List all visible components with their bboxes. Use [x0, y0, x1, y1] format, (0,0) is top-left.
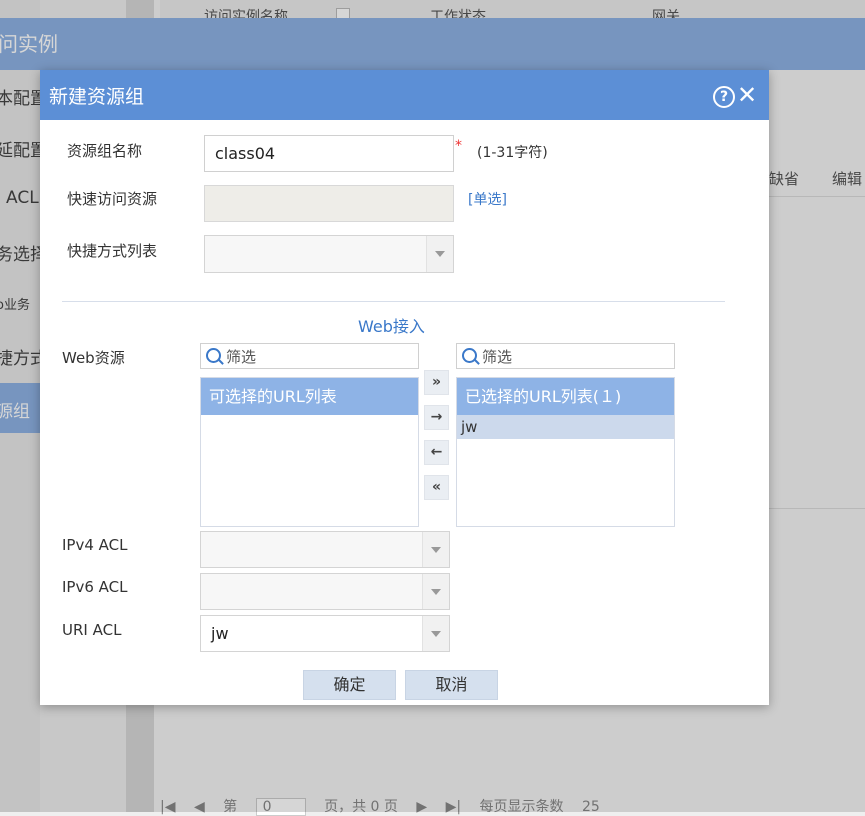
section-divider — [62, 301, 725, 302]
close-icon[interactable]: ✕ — [737, 83, 757, 107]
quick-access-input — [204, 185, 454, 222]
uri-acl-select[interactable]: jw — [200, 615, 450, 652]
shortcut-list-label: 快捷方式列表 — [67, 242, 158, 260]
available-url-list-header: 可选择的URL列表 — [201, 378, 418, 415]
web-resource-label: Web资源 — [62, 349, 125, 367]
available-url-list[interactable]: 可选择的URL列表 — [200, 377, 419, 527]
new-resource-group-dialog: 新建资源组 ? ✕ 资源组名称 class04 * (1-31字符) 快速访问资… — [40, 70, 769, 705]
dropdown-arrow-icon[interactable] — [422, 532, 449, 567]
name-label: 资源组名称 — [67, 142, 143, 160]
move-all-right-icon[interactable]: » — [424, 370, 449, 395]
quick-access-label: 快速访问资源 — [67, 190, 158, 208]
ipv4-acl-select[interactable] — [200, 531, 450, 568]
dialog-title: 新建资源组 — [49, 86, 145, 108]
confirm-button[interactable]: 确定 — [303, 670, 396, 700]
help-icon[interactable]: ? — [713, 86, 735, 108]
move-left-icon[interactable]: ← — [424, 440, 449, 465]
selected-filter-input[interactable]: 筛选 — [456, 343, 675, 369]
uri-acl-value: jw — [211, 624, 229, 643]
available-filter-placeholder: 筛选 — [226, 348, 257, 366]
dialog-header: 新建资源组 ? ✕ — [40, 70, 769, 120]
uri-acl-label: URI ACL — [62, 621, 122, 639]
ipv4-acl-label: IPv4 ACL — [62, 536, 128, 554]
dropdown-arrow-icon[interactable] — [422, 574, 449, 609]
search-icon — [206, 348, 221, 363]
ipv6-acl-label: IPv6 ACL — [62, 578, 128, 596]
web-access-section-title: Web接入 — [358, 317, 425, 336]
required-mark: * — [455, 138, 462, 154]
selected-url-list[interactable]: 已选择的URL列表(１) jw — [456, 377, 675, 527]
available-filter-input[interactable]: 筛选 — [200, 343, 419, 369]
name-input[interactable]: class04 — [204, 135, 454, 172]
selected-url-list-header: 已选择的URL列表(１) — [457, 378, 674, 415]
dropdown-arrow-icon[interactable] — [422, 616, 449, 651]
move-all-left-icon[interactable]: « — [424, 475, 449, 500]
list-item[interactable]: jw — [457, 415, 674, 439]
move-right-icon[interactable]: → — [424, 405, 449, 430]
selected-filter-placeholder: 筛选 — [482, 348, 513, 366]
single-select-link[interactable]: [单选] — [468, 189, 507, 209]
shortcut-list-select[interactable] — [204, 235, 454, 273]
cancel-button[interactable]: 取消 — [405, 670, 498, 700]
name-hint: (1-31字符) — [477, 145, 548, 161]
ipv6-acl-select[interactable] — [200, 573, 450, 610]
dropdown-arrow-icon[interactable] — [426, 236, 453, 272]
search-icon — [462, 348, 477, 363]
